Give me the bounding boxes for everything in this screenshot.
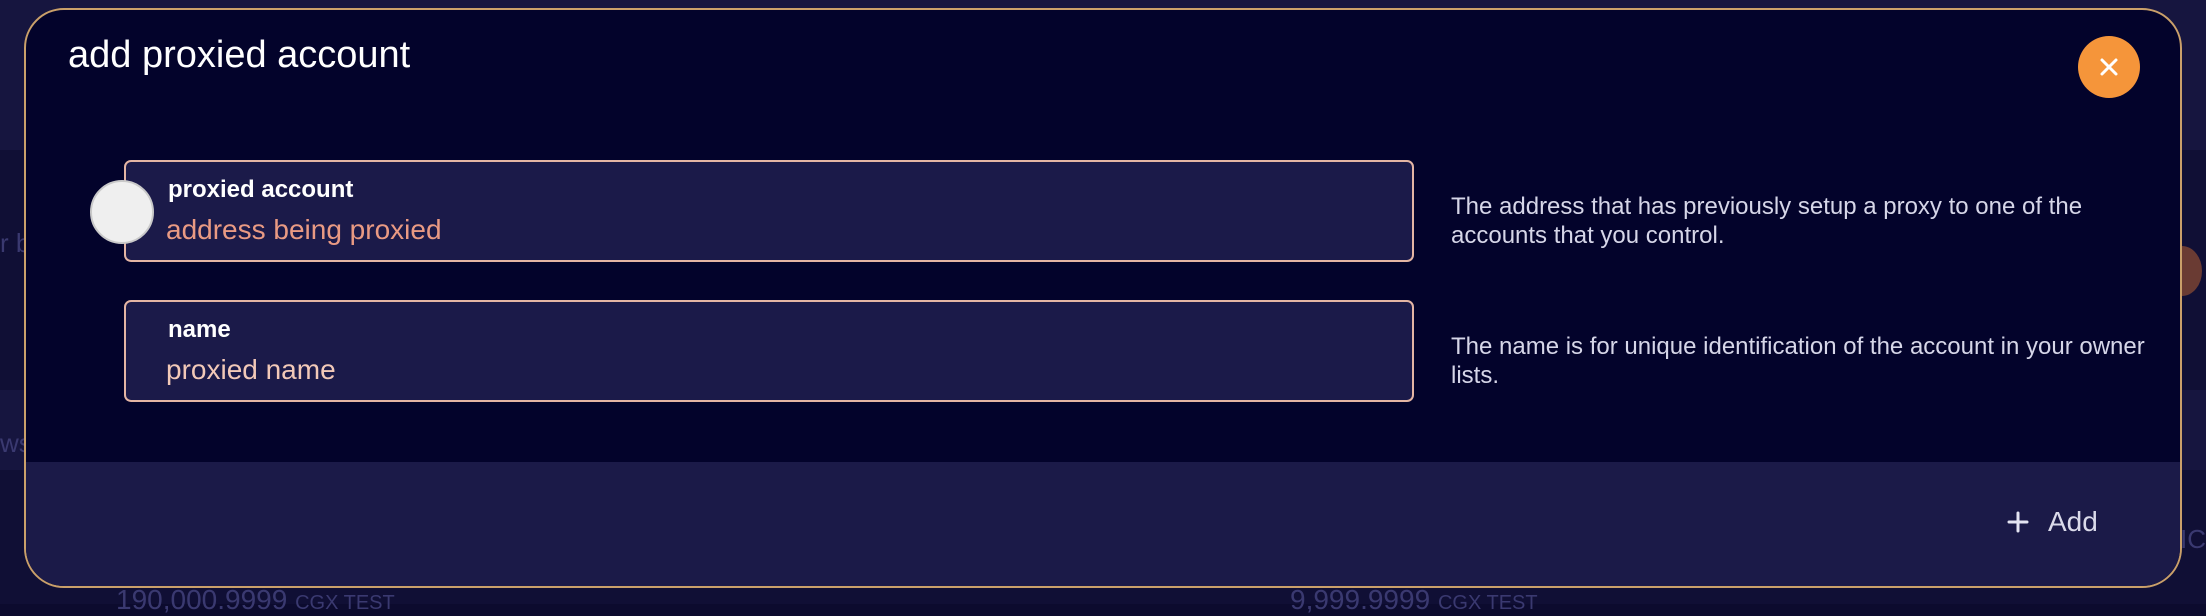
add-button[interactable]: Add bbox=[2006, 506, 2098, 538]
name-field[interactable]: name bbox=[124, 300, 1414, 402]
modal-footer: Add bbox=[26, 462, 2180, 586]
proxied-account-row: proxied account The address that has pre… bbox=[26, 160, 2180, 266]
background-amount: 9,999.9999 CGX TEST bbox=[1290, 584, 1538, 615]
add-proxied-account-modal: add proxied account proxied account The … bbox=[24, 8, 2182, 588]
proxied-account-input[interactable] bbox=[166, 212, 1366, 248]
account-identicon bbox=[90, 180, 154, 244]
close-button[interactable] bbox=[2078, 36, 2140, 98]
field-label: name bbox=[168, 316, 231, 343]
modal-title: add proxied account bbox=[68, 34, 411, 76]
background-amount: 190,000.9999 CGX TEST bbox=[116, 584, 395, 615]
plus-icon bbox=[2007, 511, 2029, 533]
background-text: IC bbox=[2180, 524, 2206, 554]
add-button-label: Add bbox=[2048, 506, 2098, 537]
name-input[interactable] bbox=[166, 352, 1366, 388]
field-help-text: The address that has previously setup a … bbox=[1451, 193, 2083, 249]
close-icon bbox=[2100, 58, 2118, 76]
name-row: name The name is for unique identificati… bbox=[26, 300, 2180, 406]
proxied-account-field[interactable]: proxied account bbox=[124, 160, 1414, 262]
field-label: proxied account bbox=[168, 176, 354, 203]
field-help-text: The name is for unique identification of… bbox=[1451, 333, 2145, 389]
